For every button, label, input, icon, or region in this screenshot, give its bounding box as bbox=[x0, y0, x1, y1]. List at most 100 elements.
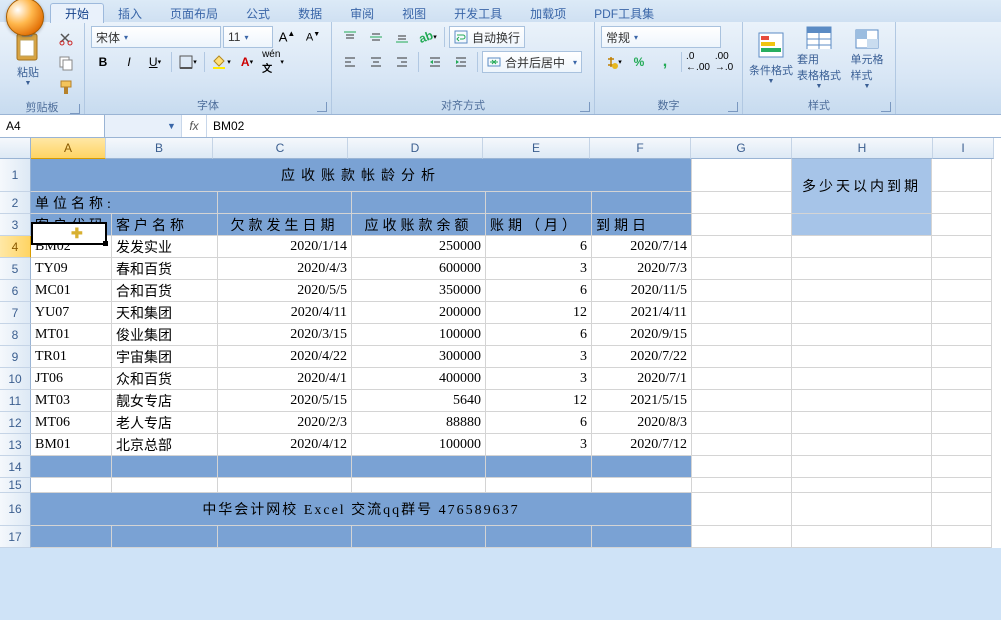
cell[interactable] bbox=[792, 526, 932, 548]
cell[interactable]: 2020/7/14 bbox=[592, 236, 692, 258]
fx-button[interactable]: fx bbox=[182, 115, 207, 137]
cell[interactable]: 中华会计网校 Excel 交流qq群号 476589637 bbox=[31, 493, 692, 526]
cell[interactable] bbox=[218, 456, 352, 478]
align-right-button[interactable] bbox=[390, 51, 414, 73]
cell[interactable]: 单位名称: bbox=[31, 192, 218, 214]
cell[interactable]: 3 bbox=[486, 258, 592, 280]
grow-font-button[interactable]: A▲ bbox=[275, 26, 299, 48]
row-head-6[interactable]: 6 bbox=[0, 280, 31, 302]
cell[interactable]: 2020/5/5 bbox=[218, 280, 352, 302]
comma-button[interactable]: , bbox=[653, 51, 677, 73]
cell[interactable] bbox=[932, 412, 992, 434]
cell[interactable] bbox=[218, 526, 352, 548]
cell[interactable]: 2020/4/12 bbox=[218, 434, 352, 456]
cell[interactable] bbox=[692, 324, 792, 346]
cell[interactable] bbox=[932, 236, 992, 258]
cell[interactable] bbox=[932, 324, 992, 346]
cell[interactable]: 6 bbox=[486, 324, 592, 346]
cell[interactable] bbox=[112, 478, 218, 493]
cell[interactable]: 250000 bbox=[352, 236, 486, 258]
tab-9[interactable]: PDF工具集 bbox=[580, 4, 668, 23]
row-head-10[interactable]: 10 bbox=[0, 368, 31, 390]
cell[interactable]: 6 bbox=[486, 412, 592, 434]
cell[interactable] bbox=[352, 192, 486, 214]
italic-button[interactable]: I bbox=[117, 51, 141, 73]
percent-button[interactable]: % bbox=[627, 51, 651, 73]
cell[interactable]: 2020/3/15 bbox=[218, 324, 352, 346]
cell[interactable]: 2020/7/12 bbox=[592, 434, 692, 456]
cell[interactable]: 北京总部 bbox=[112, 434, 218, 456]
cell[interactable] bbox=[932, 192, 992, 214]
cell[interactable] bbox=[792, 368, 932, 390]
font-name-combo[interactable]: 宋体 bbox=[91, 26, 221, 48]
tab-0[interactable]: 开始 bbox=[50, 3, 104, 23]
cell-styles-button[interactable]: 单元格 样式▼ bbox=[845, 24, 889, 90]
cell[interactable] bbox=[692, 302, 792, 324]
tab-8[interactable]: 加载项 bbox=[516, 4, 580, 23]
cell[interactable]: MT03 bbox=[31, 390, 112, 412]
cell[interactable]: 客户名称 bbox=[112, 214, 218, 236]
cell[interactable] bbox=[932, 258, 992, 280]
cell[interactable] bbox=[31, 526, 112, 548]
cell[interactable] bbox=[932, 390, 992, 412]
cell[interactable]: 600000 bbox=[352, 258, 486, 280]
row-head-13[interactable]: 13 bbox=[0, 434, 31, 456]
cell[interactable]: BM01 bbox=[31, 434, 112, 456]
cell[interactable] bbox=[352, 456, 486, 478]
cell[interactable]: 3 bbox=[486, 368, 592, 390]
col-head-F[interactable]: F bbox=[590, 138, 691, 159]
cut-button[interactable] bbox=[54, 28, 78, 50]
tab-7[interactable]: 开发工具 bbox=[440, 4, 516, 23]
cell[interactable] bbox=[692, 368, 792, 390]
cell[interactable]: 88880 bbox=[352, 412, 486, 434]
cell[interactable]: YU07 bbox=[31, 302, 112, 324]
tab-5[interactable]: 审阅 bbox=[336, 4, 388, 23]
cell[interactable]: 5640 bbox=[352, 390, 486, 412]
cell[interactable] bbox=[792, 280, 932, 302]
cell[interactable] bbox=[692, 346, 792, 368]
cell[interactable]: 众和百货 bbox=[112, 368, 218, 390]
col-head-I[interactable]: I bbox=[933, 138, 994, 159]
cell[interactable] bbox=[792, 493, 932, 526]
cell[interactable] bbox=[932, 346, 992, 368]
cell[interactable] bbox=[31, 456, 112, 478]
tab-3[interactable]: 公式 bbox=[232, 4, 284, 23]
cell[interactable]: 老人专店 bbox=[112, 412, 218, 434]
row-head-16[interactable]: 16 bbox=[0, 493, 31, 526]
cell[interactable]: 2020/1/14 bbox=[218, 236, 352, 258]
tab-6[interactable]: 视图 bbox=[388, 4, 440, 23]
col-head-A[interactable]: A bbox=[31, 138, 106, 159]
row-head-2[interactable]: 2 bbox=[0, 192, 31, 214]
cell[interactable] bbox=[352, 478, 486, 493]
col-head-D[interactable]: D bbox=[348, 138, 483, 159]
col-head-G[interactable]: G bbox=[691, 138, 792, 159]
cell[interactable]: 春和百货 bbox=[112, 258, 218, 280]
cell[interactable]: 2020/9/15 bbox=[592, 324, 692, 346]
align-top-button[interactable] bbox=[338, 26, 362, 48]
cell[interactable] bbox=[218, 478, 352, 493]
cell[interactable]: MT06 bbox=[31, 412, 112, 434]
cell[interactable]: 100000 bbox=[352, 324, 486, 346]
cell[interactable] bbox=[692, 280, 792, 302]
cell[interactable]: 应收账款帐龄分析 bbox=[31, 159, 692, 192]
cell[interactable]: 客户代码 bbox=[31, 214, 112, 236]
cell[interactable] bbox=[792, 214, 932, 236]
decrease-indent-button[interactable] bbox=[423, 51, 447, 73]
cell[interactable] bbox=[792, 302, 932, 324]
cell[interactable] bbox=[486, 456, 592, 478]
cell[interactable] bbox=[592, 456, 692, 478]
row-head-15[interactable]: 15 bbox=[0, 478, 31, 493]
cell[interactable] bbox=[792, 478, 932, 493]
cell[interactable]: 300000 bbox=[352, 346, 486, 368]
cell[interactable] bbox=[792, 434, 932, 456]
cell[interactable] bbox=[932, 493, 992, 526]
row-head-14[interactable]: 14 bbox=[0, 456, 31, 478]
cell[interactable] bbox=[932, 478, 992, 493]
cell[interactable] bbox=[932, 214, 992, 236]
cell[interactable] bbox=[692, 434, 792, 456]
cell[interactable]: 欠款发生日期 bbox=[218, 214, 352, 236]
cell[interactable] bbox=[692, 192, 792, 214]
decrease-decimal-button[interactable]: .00→.0 bbox=[712, 51, 736, 73]
cell[interactable]: 天和集团 bbox=[112, 302, 218, 324]
row-head-5[interactable]: 5 bbox=[0, 258, 31, 280]
